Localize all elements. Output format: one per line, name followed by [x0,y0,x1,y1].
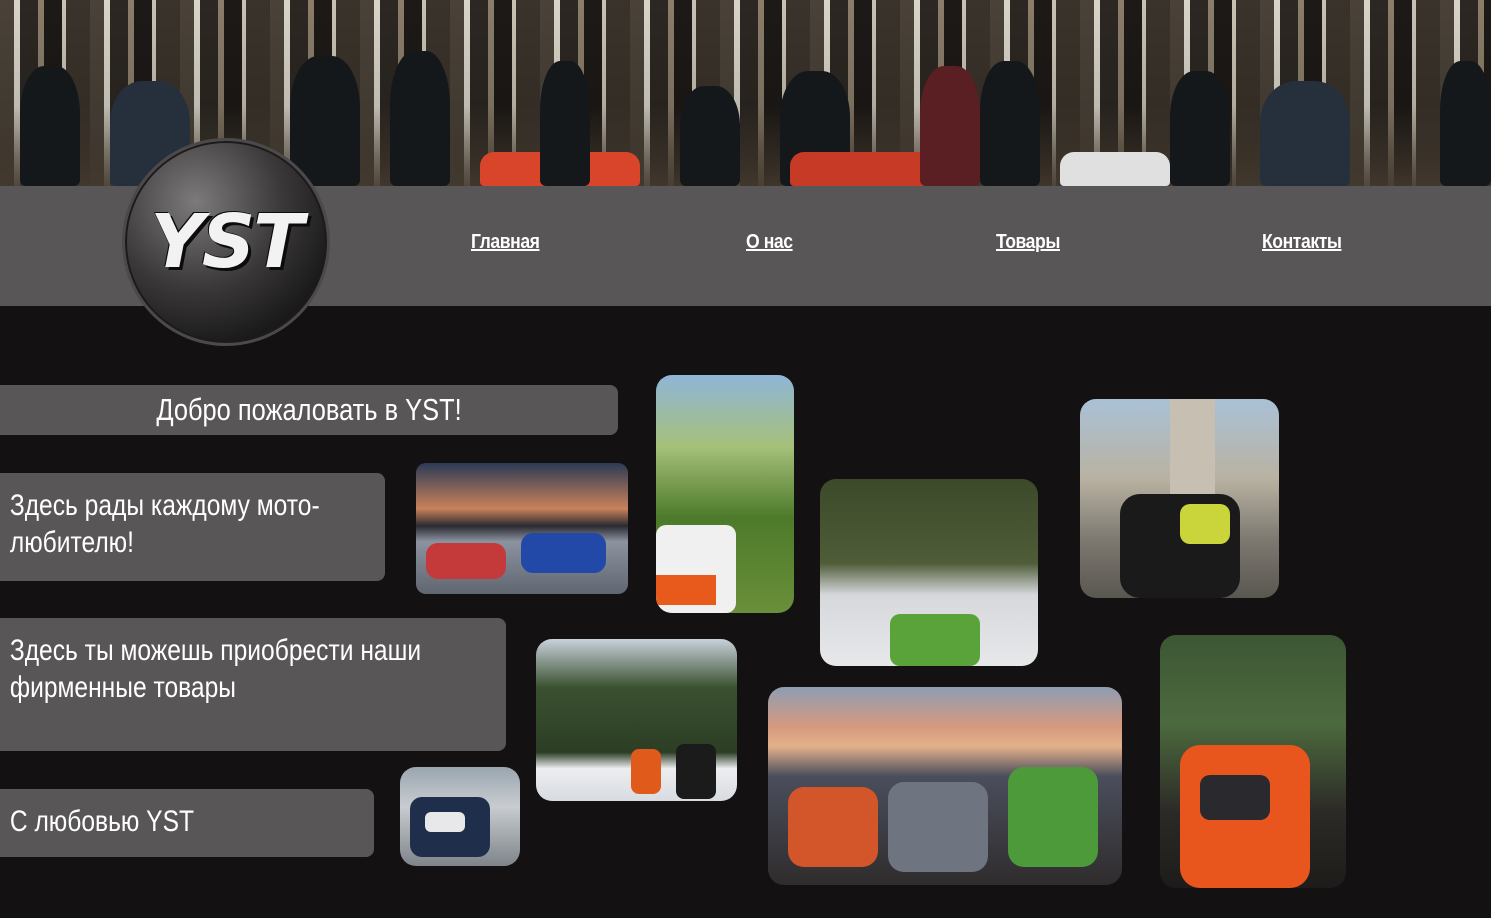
hero-figure [20,66,80,186]
text-moto-lovers: Здесь рады каждому мото-любителю! [9,489,320,559]
gallery-photo-sunset-group [768,687,1122,885]
nav-link-about[interactable]: О нас [746,231,793,254]
hero-figure [1440,61,1491,186]
site-logo[interactable]: YST [122,138,330,346]
gallery-photo-hill-bike [656,375,794,613]
nav-link-home[interactable]: Главная [471,231,540,254]
hero-figure [290,56,360,186]
gallery-photo-snow-riders [536,639,737,801]
gallery-photo-sunset-bikes [416,463,628,594]
gallery-photo-forest-snow [820,479,1038,666]
nav-link-products[interactable]: Товары [996,231,1060,254]
hero-figure [920,66,980,186]
gallery-photo-bike-closeup [1160,635,1346,888]
hero-figure [540,61,590,186]
text-box-products: Здесь ты можешь приобрести наши фирменны… [0,618,506,751]
hero-figure [680,86,740,186]
hero-figure [1170,71,1230,186]
text-box-signature: С любовью YST [0,789,374,857]
nav-link-contacts[interactable]: Контакты [1262,231,1342,254]
text-signature: С любовью YST [9,805,195,838]
gallery-photo-bike-courtyard [1080,399,1279,598]
hero-figure [980,61,1040,186]
logo-text: YST [150,199,303,285]
gallery-photo-garage-bike [400,767,520,866]
text-box-moto-lovers: Здесь рады каждому мото-любителю! [0,473,385,581]
welcome-text: Добро пожаловать в YST! [156,392,462,427]
hero-figure [1260,81,1350,186]
hero-bike [790,152,940,186]
text-products: Здесь ты можешь приобрести наши фирменны… [9,634,422,704]
welcome-banner: Добро пожаловать в YST! [0,385,618,435]
hero-figure [390,51,450,186]
hero-bike [1060,152,1170,186]
